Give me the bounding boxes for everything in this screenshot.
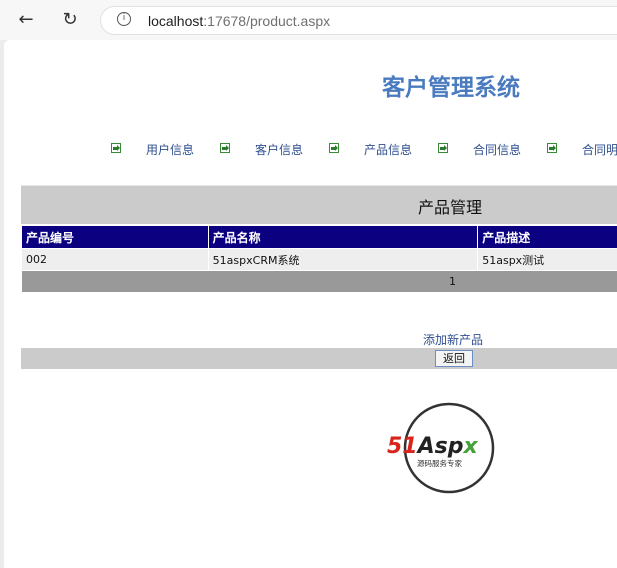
product-table: 产品编号 产品名称 产品描述 002 51aspxCRM系统 51aspx测试 …	[21, 225, 617, 293]
url-path: :17678/product.aspx	[203, 13, 331, 29]
info-icon[interactable]: i	[117, 12, 131, 26]
pager-row: 1	[21, 270, 617, 293]
menu-item-label[interactable]: 用户信息	[146, 141, 194, 158]
menu-item-label[interactable]: 合同明	[582, 141, 617, 158]
cell-product-id: 002	[21, 248, 209, 271]
back-button[interactable]: 返回	[435, 350, 473, 367]
url-host: localhost	[148, 13, 204, 29]
column-header-product-id: 产品编号	[21, 225, 209, 249]
arrow-right-icon	[220, 143, 230, 153]
address-bar[interactable]: i localhost:17678/product.aspx	[100, 6, 617, 35]
grid-title: 产品管理	[418, 198, 483, 217]
arrow-right-icon	[438, 143, 448, 153]
menu-item-label[interactable]: 合同信息	[473, 141, 521, 158]
arrow-right-icon	[547, 143, 557, 153]
cell-product-name: 51aspxCRM系统	[207, 248, 479, 271]
reload-icon[interactable]: ↻	[58, 8, 82, 32]
grid-title-bar: 产品管理	[21, 185, 617, 224]
table-header-row: 产品编号 产品名称 产品描述	[21, 225, 617, 249]
logo-wordmark: 51Aspx	[387, 434, 479, 459]
back-arrow-icon[interactable]: ←	[14, 8, 38, 32]
pager-page-number[interactable]: 1	[21, 270, 617, 293]
page-content: 客户管理系统 用户信息 客户信息 产品信息 合同信息 合同明 产品管理 产品编号…	[4, 40, 617, 568]
url-text[interactable]: localhost:17678/product.aspx	[148, 13, 330, 29]
menu-item-label[interactable]: 客户信息	[255, 141, 303, 158]
browser-toolbar: ← ↻ i localhost:17678/product.aspx	[0, 0, 617, 40]
column-header-product-name: 产品名称	[207, 225, 479, 249]
arrow-right-icon	[329, 143, 339, 153]
arrow-right-icon	[111, 143, 121, 153]
page-title: 客户管理系统	[382, 75, 520, 101]
table-row: 002 51aspxCRM系统 51aspx测试	[21, 248, 617, 271]
footer-bar: 返回	[21, 348, 617, 369]
brand-logo: 51Aspx 源码服务专家	[387, 402, 495, 494]
logo-tagline: 源码服务专家	[417, 458, 462, 468]
menu-item-label[interactable]: 产品信息	[364, 141, 412, 158]
cell-product-desc: 51aspx测试	[477, 248, 617, 271]
column-header-product-desc: 产品描述	[477, 225, 617, 249]
add-product-link[interactable]: 添加新产品	[423, 331, 483, 348]
